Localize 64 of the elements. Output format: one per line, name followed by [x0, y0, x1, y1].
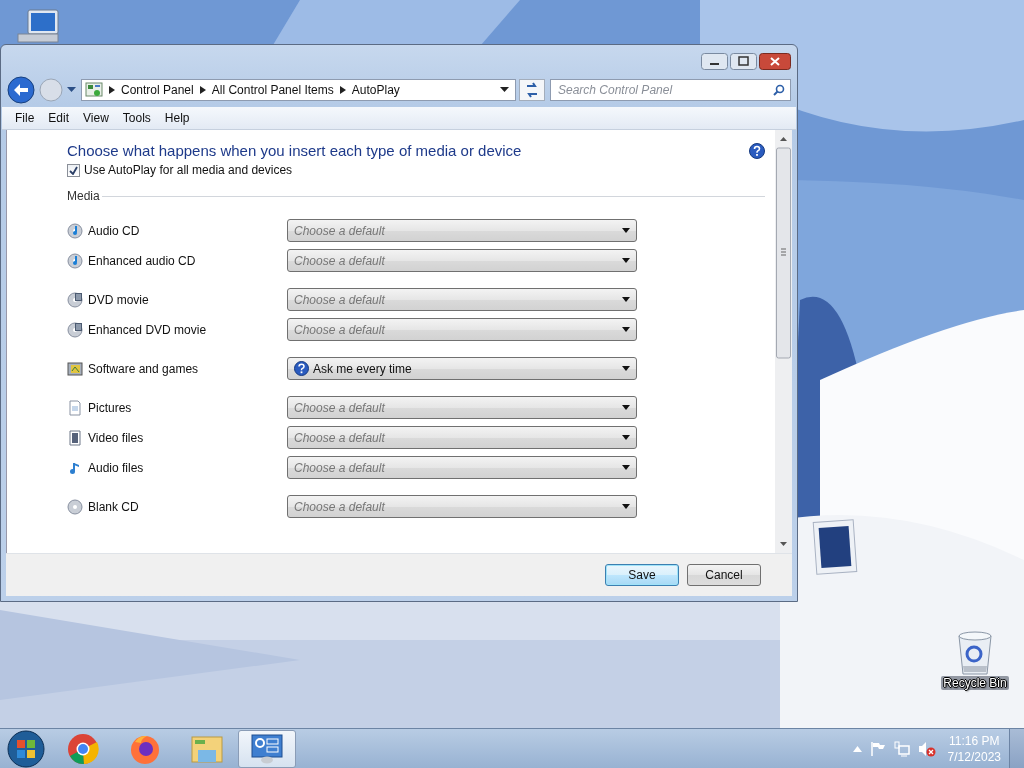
- chevron-icon: [199, 86, 206, 94]
- control-panel-icon: [85, 82, 103, 98]
- checkbox-label: Use AutoPlay for all media and devices: [84, 163, 293, 177]
- help-icon: [294, 361, 309, 376]
- film-icon: [67, 429, 83, 446]
- section-label: Media: [67, 189, 100, 203]
- search-field[interactable]: Search Control Panel: [550, 79, 791, 101]
- start-orb-icon[interactable]: [6, 728, 46, 768]
- caret-icon: [622, 366, 630, 371]
- breadcrumb-item[interactable]: Control Panel: [121, 83, 194, 97]
- page-heading: Choose what happens when you insert each type of media or device: [67, 142, 522, 159]
- media-label: Blank CD: [88, 499, 140, 514]
- browser-icon[interactable]: [67, 732, 99, 765]
- media-label: Audio files: [88, 460, 145, 475]
- checkmark-icon: [69, 165, 78, 175]
- caret-icon: [622, 297, 630, 302]
- caret-icon[interactable]: [500, 87, 509, 93]
- save-button[interactable]: Save: [605, 564, 679, 586]
- document-icon: [67, 399, 83, 416]
- media-label: Audio CD: [88, 223, 141, 238]
- caret-icon: [622, 327, 630, 332]
- media-label: Enhanced DVD movie: [88, 322, 208, 337]
- close-icon[interactable]: [759, 53, 791, 70]
- menu-item[interactable]: File: [8, 111, 42, 125]
- disc-icon: [67, 498, 83, 515]
- disc-icon: [67, 321, 83, 338]
- caret-icon: [622, 405, 630, 410]
- caret-icon: [622, 504, 630, 509]
- checkbox[interactable]: [67, 163, 80, 177]
- disc-icon: [67, 291, 83, 308]
- menu-item[interactable]: Tools: [115, 111, 158, 125]
- address-bar[interactable]: Control Panel All Control Panel Items AutoPlay: [81, 79, 516, 101]
- breadcrumb-item[interactable]: AutoPlay: [351, 83, 400, 97]
- cancel-button[interactable]: Cancel: [687, 564, 761, 586]
- caret-icon: [622, 435, 630, 440]
- media-label: Video files: [88, 430, 145, 445]
- minimize-icon[interactable]: [701, 53, 728, 70]
- taskbar-button[interactable]: [238, 729, 296, 768]
- breadcrumb-item[interactable]: All Control Panel Items: [211, 83, 334, 97]
- recycle-bin-icon: [955, 630, 995, 676]
- icon-label: Recycle Bin: [941, 676, 1009, 690]
- speaker-muted-icon[interactable]: [917, 740, 936, 757]
- computer-icon: [14, 8, 62, 44]
- chevron-icon: [109, 86, 115, 94]
- chevron-icon: [339, 86, 346, 94]
- software-box-icon: [67, 360, 83, 377]
- caret-icon: [622, 258, 630, 263]
- media-label: DVD movie: [88, 292, 150, 307]
- maximize-icon[interactable]: [730, 53, 757, 70]
- help-icon[interactable]: [749, 142, 765, 159]
- search-icon[interactable]: [773, 84, 785, 96]
- disc-icon: [67, 252, 83, 269]
- media-label: Enhanced audio CD: [88, 253, 197, 268]
- caret-icon: [622, 228, 630, 233]
- control-panel-icon[interactable]: [251, 733, 283, 764]
- media-label: Software and games: [88, 361, 200, 376]
- menu-item[interactable]: Help: [157, 111, 197, 125]
- disc-icon: [67, 222, 83, 239]
- menu-item[interactable]: View: [76, 111, 116, 125]
- menu-item[interactable]: Edit: [41, 111, 77, 125]
- caret-icon: [622, 465, 630, 470]
- dropdown[interactable]: Ask me every time: [287, 357, 637, 380]
- media-label: Pictures: [88, 400, 133, 415]
- refresh-icon[interactable]: [519, 79, 545, 101]
